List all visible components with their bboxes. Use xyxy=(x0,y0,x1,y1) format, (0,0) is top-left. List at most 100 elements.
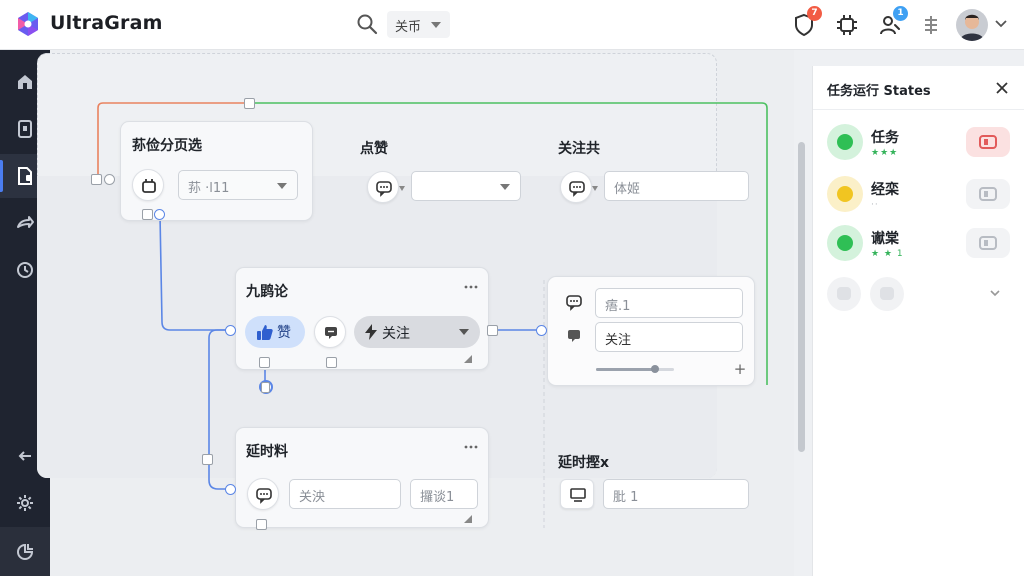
badge-icon xyxy=(979,187,997,201)
thumbs-up-icon xyxy=(257,325,273,340)
more-icon[interactable] xyxy=(463,444,479,450)
node-like-select[interactable] xyxy=(411,171,521,201)
state-rating: ·· xyxy=(871,200,879,210)
states-panel-header: 任务运行 States xyxy=(813,66,1024,110)
output-slider[interactable] xyxy=(596,365,674,373)
node-follow-title: 关注共 xyxy=(558,141,600,157)
node-delay-input-2[interactable]: 攞谈1 xyxy=(410,479,478,509)
output-input-2[interactable]: 关注 xyxy=(595,322,743,352)
lightning-icon xyxy=(365,324,377,340)
add-field-button[interactable]: + xyxy=(733,362,747,377)
port-start-in[interactable] xyxy=(91,174,102,185)
monitor-icon xyxy=(570,488,586,502)
placeholder-chip xyxy=(870,277,904,311)
state-action-button[interactable] xyxy=(966,127,1010,157)
node-delay2-input-value: 肶 1 xyxy=(613,490,639,505)
state-rating: ★ ★ 1 xyxy=(871,249,904,259)
node-start-select[interactable]: 荪 ·l11 xyxy=(178,170,298,200)
state-label: 经栾 xyxy=(871,182,899,198)
node-comment-reply-button[interactable] xyxy=(314,316,346,348)
node-start-title: 荪俭分页选 xyxy=(132,138,202,154)
state-status-halo xyxy=(827,176,863,212)
port-comment-out-right[interactable] xyxy=(487,325,498,336)
output-reply-toggle[interactable] xyxy=(560,322,588,350)
placeholder-chip xyxy=(827,277,861,311)
node-follow-comment-button[interactable] xyxy=(560,171,592,203)
state-status-dot xyxy=(837,186,853,202)
state-status-dot xyxy=(837,134,853,150)
comment-icon xyxy=(325,327,337,339)
chat-bubble-icon xyxy=(256,488,272,504)
more-icon[interactable] xyxy=(463,284,479,290)
chevron-down-icon[interactable] xyxy=(592,186,598,191)
node-start-select-value: 荪 ·l11 xyxy=(188,181,230,196)
port-comment-out-1[interactable] xyxy=(259,357,270,368)
node-follow-input[interactable]: 体姬 xyxy=(604,171,749,201)
state-status-halo xyxy=(827,124,863,160)
placeholder-chip-shape xyxy=(880,287,894,300)
output-slider-fill xyxy=(596,368,655,371)
chevron-down-icon xyxy=(277,183,287,189)
chat-bubble-icon xyxy=(569,181,585,197)
node-delay-comment-button[interactable] xyxy=(247,478,279,510)
state-rating: ★★★ xyxy=(871,148,899,158)
output-input-1-value: 痦.1 xyxy=(605,299,631,314)
node-delay2-title: 延时摼ⅹ xyxy=(558,455,610,471)
port-comment-out-2[interactable] xyxy=(326,357,337,368)
chat-bubble-icon xyxy=(566,295,582,311)
badge-icon xyxy=(979,236,997,250)
node-delay-input-1-value: 关泱 xyxy=(299,490,326,505)
port-output-in[interactable] xyxy=(536,325,547,336)
port-top[interactable] xyxy=(244,98,255,109)
resize-handle-icon[interactable] xyxy=(464,355,472,363)
comment-icon xyxy=(568,330,580,342)
like-button-label: 赞 xyxy=(277,325,291,341)
resize-handle-icon[interactable] xyxy=(464,515,472,523)
state-action-button[interactable] xyxy=(966,228,1010,258)
chevron-down-icon xyxy=(459,329,469,335)
plug-icon xyxy=(142,179,156,193)
state-label: 谳棠 xyxy=(871,231,899,247)
follow-select-label: 关注 xyxy=(382,326,410,342)
node-like-title: 点赞 xyxy=(360,141,388,157)
output-input-2-value: 关注 xyxy=(605,333,632,348)
port-delay-in[interactable] xyxy=(225,484,236,495)
output-slider-knob[interactable] xyxy=(650,365,659,373)
state-item[interactable]: 谳棠 ★ ★ 1 xyxy=(813,219,1024,267)
node-delay-input-2-value: 攞谈1 xyxy=(420,490,455,505)
node-start-plugin-button[interactable] xyxy=(132,169,164,201)
chevron-down-icon xyxy=(500,184,510,190)
states-panel-title: 任务运行 States xyxy=(827,84,931,99)
badge-icon xyxy=(979,135,997,149)
chevron-down-icon[interactable] xyxy=(399,186,405,191)
port-comment-anchor-inner[interactable] xyxy=(261,382,270,393)
state-item[interactable]: 经栾 ·· xyxy=(813,170,1024,218)
port-delay-out[interactable] xyxy=(256,519,267,530)
node-delay2-input[interactable]: 肶 1 xyxy=(603,479,749,509)
port-delay-branch[interactable] xyxy=(202,454,213,465)
canvas-scrollbar[interactable] xyxy=(798,142,805,452)
node-delay-input-1[interactable]: 关泱 xyxy=(289,479,401,509)
port-start-out[interactable] xyxy=(142,209,153,220)
node-like-comment-button[interactable] xyxy=(367,171,399,203)
state-item[interactable]: 任务 ★★★ xyxy=(813,118,1024,166)
node-comment-title: 九鹍论 xyxy=(246,284,288,300)
port-comment-in[interactable] xyxy=(225,325,236,336)
chevron-down-icon[interactable] xyxy=(988,286,1002,300)
like-button[interactable]: 赞 xyxy=(245,316,305,348)
chat-bubble-icon xyxy=(376,181,392,197)
state-label: 任务 xyxy=(871,130,899,146)
port-start-out-dot[interactable] xyxy=(154,209,165,220)
placeholder-chip-shape xyxy=(837,287,851,300)
follow-select[interactable]: 关注 xyxy=(354,316,480,348)
states-panel: 任务运行 States 任务 ★★★ 经栾 ·· 谳棠 ★ ★ 1 xyxy=(812,66,1024,576)
node-delay2-device-button[interactable] xyxy=(560,479,594,509)
node-delay-title: 延时料 xyxy=(246,444,288,460)
state-action-button[interactable] xyxy=(966,179,1010,209)
close-icon[interactable] xyxy=(995,81,1009,95)
output-input-1[interactable]: 痦.1 xyxy=(595,288,743,318)
output-comment-toggle[interactable] xyxy=(560,288,588,316)
state-status-dot xyxy=(837,235,853,251)
state-status-halo xyxy=(827,225,863,261)
port-start-in-dot[interactable] xyxy=(104,174,115,185)
